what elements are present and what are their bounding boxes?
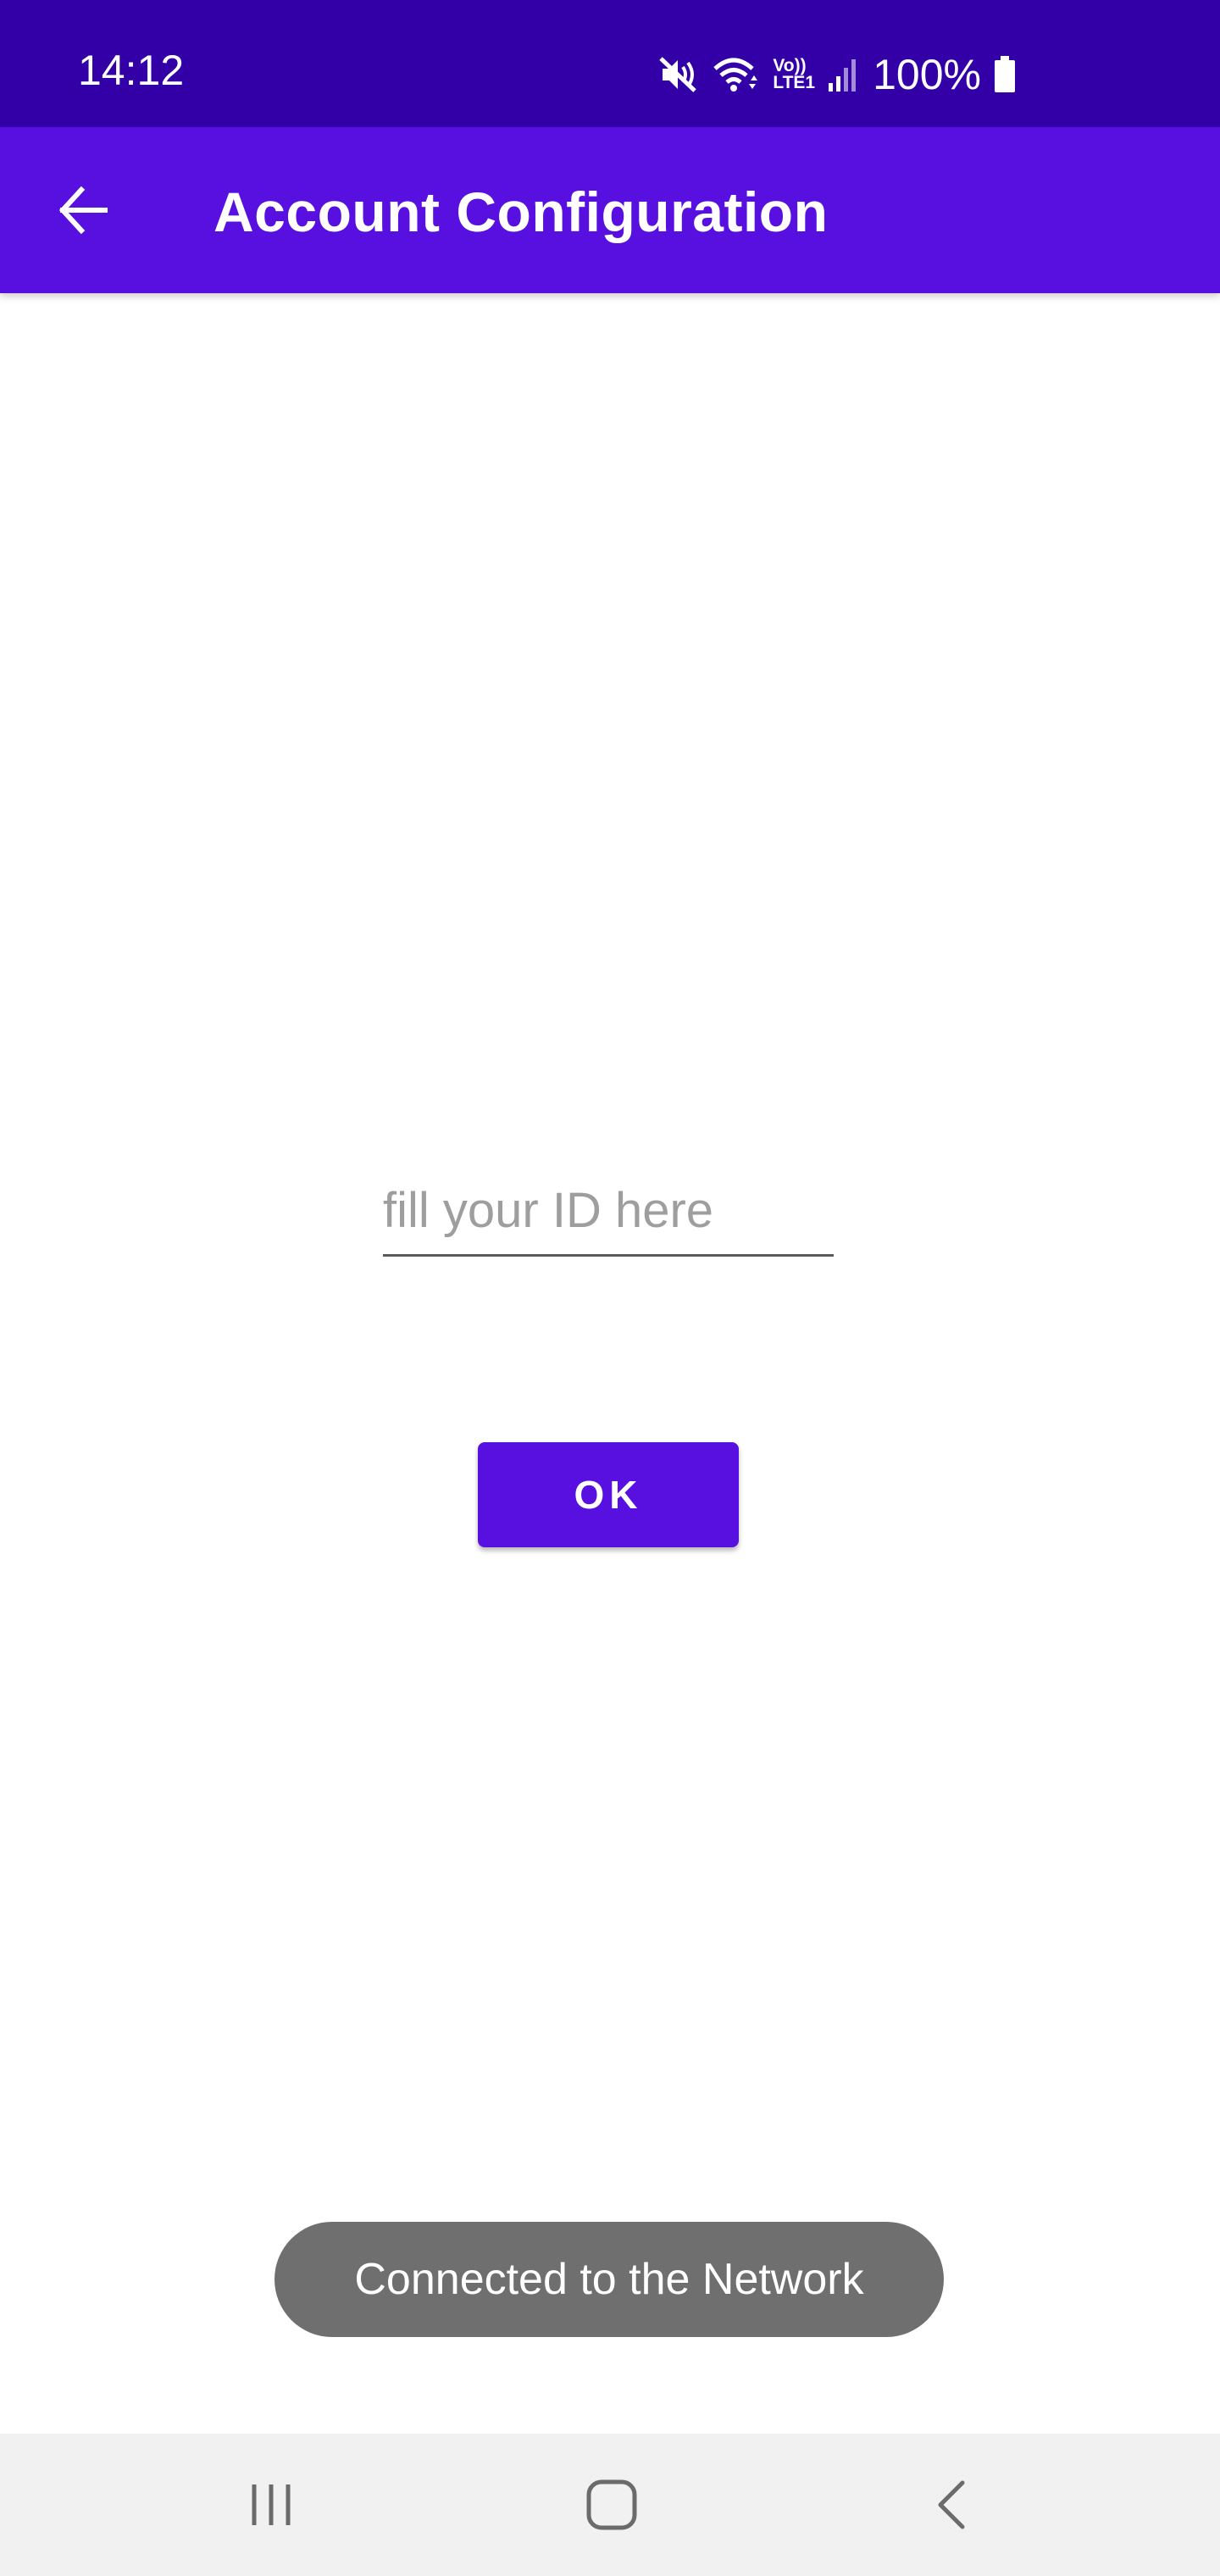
battery-percent: 100% bbox=[873, 51, 981, 98]
id-field-container bbox=[383, 1168, 834, 1257]
status-time: 14:12 bbox=[78, 47, 185, 94]
screen: 14:12 Vo)) LTE1 100% Account Configurati… bbox=[0, 0, 1220, 2576]
volte-label-top: Vo)) bbox=[773, 56, 807, 76]
back-chevron-icon bbox=[938, 2480, 965, 2529]
toast-message: Connected to the Network bbox=[274, 2222, 944, 2337]
mute-icon bbox=[659, 57, 697, 92]
status-bar: 14:12 Vo)) LTE1 100% bbox=[0, 0, 1220, 127]
navigation-bar bbox=[0, 2434, 1220, 2576]
status-icons: Vo)) LTE1 100% bbox=[657, 53, 1017, 97]
id-input[interactable] bbox=[383, 1168, 834, 1252]
back-button[interactable] bbox=[49, 176, 117, 244]
nav-back-button[interactable] bbox=[910, 2462, 995, 2547]
battery-icon bbox=[995, 56, 1015, 92]
ok-button[interactable]: OK bbox=[478, 1442, 739, 1547]
volte-icon: Vo)) LTE1 bbox=[773, 56, 816, 92]
volte-label-bottom: LTE1 bbox=[773, 73, 816, 92]
recents-icon bbox=[252, 2484, 291, 2525]
page-title: Account Configuration bbox=[214, 180, 829, 243]
home-icon bbox=[586, 2479, 637, 2530]
arrow-back-icon bbox=[58, 186, 108, 235]
recents-button[interactable] bbox=[229, 2462, 313, 2547]
home-button[interactable] bbox=[569, 2462, 654, 2547]
signal-icon bbox=[829, 59, 857, 92]
wifi-icon bbox=[713, 58, 758, 92]
app-bar: Account Configuration bbox=[0, 127, 1220, 293]
